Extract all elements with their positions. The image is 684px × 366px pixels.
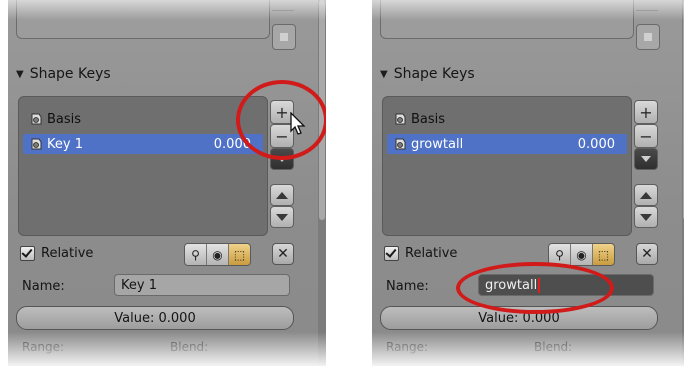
shape-key-icon: [29, 137, 44, 152]
name-label: Name:: [22, 279, 65, 294]
move-up-button[interactable]: [634, 184, 658, 206]
remove-shape-key-button[interactable]: −: [634, 124, 658, 148]
pin-icon[interactable]: ⚲: [549, 244, 571, 265]
section-title: Shape Keys: [393, 66, 475, 82]
list-item-label: Key 1: [47, 136, 83, 152]
value-slider-label: Value: 0.000: [114, 310, 196, 326]
list-item-growtall[interactable]: growtall 0.000: [387, 134, 627, 154]
name-label: Name:: [386, 279, 429, 294]
pin-icon[interactable]: ⚲: [185, 244, 207, 265]
list-item-label: Basis: [411, 111, 446, 127]
shape-key-options: ⚲ ◉ ⬚: [184, 243, 251, 266]
add-shape-key-button[interactable]: +: [634, 100, 658, 124]
list-item-value: 0.000: [213, 136, 251, 152]
eye-icon[interactable]: ◉: [571, 244, 593, 265]
top-button[interactable]: [636, 24, 660, 50]
list-item-value: 0.000: [577, 136, 615, 152]
shape-key-list: Basis Key 1 0.000: [18, 96, 268, 236]
arrow-up-icon: [276, 191, 288, 199]
list-item-label: growtall: [411, 136, 464, 152]
name-field[interactable]: growtall: [478, 274, 654, 296]
list-item-basis[interactable]: Basis: [387, 109, 627, 129]
plus-icon: +: [639, 102, 653, 122]
specials-menu-button[interactable]: [634, 148, 658, 170]
close-icon: ✕: [641, 246, 653, 262]
edit-mode-icon[interactable]: ⬚: [593, 244, 614, 265]
arrow-up-icon: [640, 191, 652, 199]
specials-menu-button[interactable]: [270, 148, 294, 170]
relative-toggle[interactable]: Relative: [384, 246, 457, 261]
blend-label: Blend:: [170, 340, 209, 354]
shape-keys-header[interactable]: ▼ Shape Keys: [380, 66, 475, 82]
section-title: Shape Keys: [29, 66, 111, 82]
close-icon: ✕: [277, 246, 289, 262]
eye-icon[interactable]: ◉: [207, 244, 229, 265]
clear-button[interactable]: ✕: [272, 243, 294, 265]
list-item-label: Basis: [47, 111, 82, 127]
top-button[interactable]: [272, 24, 296, 50]
value-slider[interactable]: Value: 0.000: [16, 306, 294, 330]
minus-icon: −: [275, 126, 289, 146]
arrow-down-icon: [640, 213, 652, 221]
shape-key-options: ⚲ ◉ ⬚: [548, 243, 615, 266]
top-field: [380, 0, 634, 39]
relative-label: Relative: [405, 246, 458, 261]
move-up-button[interactable]: [270, 184, 294, 206]
range-label: Range:: [386, 340, 429, 354]
plus-icon: +: [275, 102, 289, 122]
relative-checkbox[interactable]: [384, 246, 399, 261]
name-field[interactable]: Key 1: [114, 274, 290, 296]
list-item-basis[interactable]: Basis: [23, 109, 263, 129]
top-field: [16, 0, 270, 39]
top-divider: [636, 0, 658, 11]
arrow-down-icon: [276, 213, 288, 221]
relative-toggle[interactable]: Relative: [20, 246, 93, 261]
name-value: growtall: [485, 277, 538, 293]
relative-label: Relative: [41, 246, 94, 261]
remove-shape-key-button[interactable]: −: [270, 124, 294, 148]
list-item-key-1[interactable]: Key 1 0.000: [23, 134, 263, 154]
right-panel: ▼ Shape Keys Basis growtall 0.000 + − Re…: [372, 0, 684, 366]
chevron-down-icon: [641, 156, 651, 162]
triangle-down-icon: ▼: [380, 68, 388, 80]
value-slider-label: Value: 0.000: [478, 310, 560, 326]
range-label: Range:: [22, 340, 65, 354]
move-down-button[interactable]: [270, 206, 294, 228]
edit-mode-icon[interactable]: ⬚: [229, 244, 250, 265]
shape-key-icon: [29, 112, 44, 127]
left-panel: ▼ Shape Keys Basis Key 1 0.000 + − Relat…: [8, 0, 326, 366]
scrollbar-thumb[interactable]: [319, 0, 325, 220]
value-slider[interactable]: Value: 0.000: [380, 306, 658, 330]
clear-button[interactable]: ✕: [636, 243, 658, 265]
shape-key-icon: [393, 137, 408, 152]
scrollbar[interactable]: [318, 0, 326, 366]
shape-keys-header[interactable]: ▼ Shape Keys: [16, 66, 111, 82]
minus-icon: −: [639, 126, 653, 146]
text-caret: [538, 277, 541, 293]
add-shape-key-button[interactable]: +: [270, 100, 294, 124]
shape-key-list: Basis growtall 0.000: [382, 96, 632, 236]
name-value: Key 1: [121, 277, 157, 293]
top-divider: [272, 0, 294, 11]
blend-label: Blend:: [534, 340, 573, 354]
chevron-down-icon: [277, 156, 287, 162]
triangle-down-icon: ▼: [16, 68, 24, 80]
shape-key-icon: [393, 112, 408, 127]
move-down-button[interactable]: [634, 206, 658, 228]
relative-checkbox[interactable]: [20, 246, 35, 261]
